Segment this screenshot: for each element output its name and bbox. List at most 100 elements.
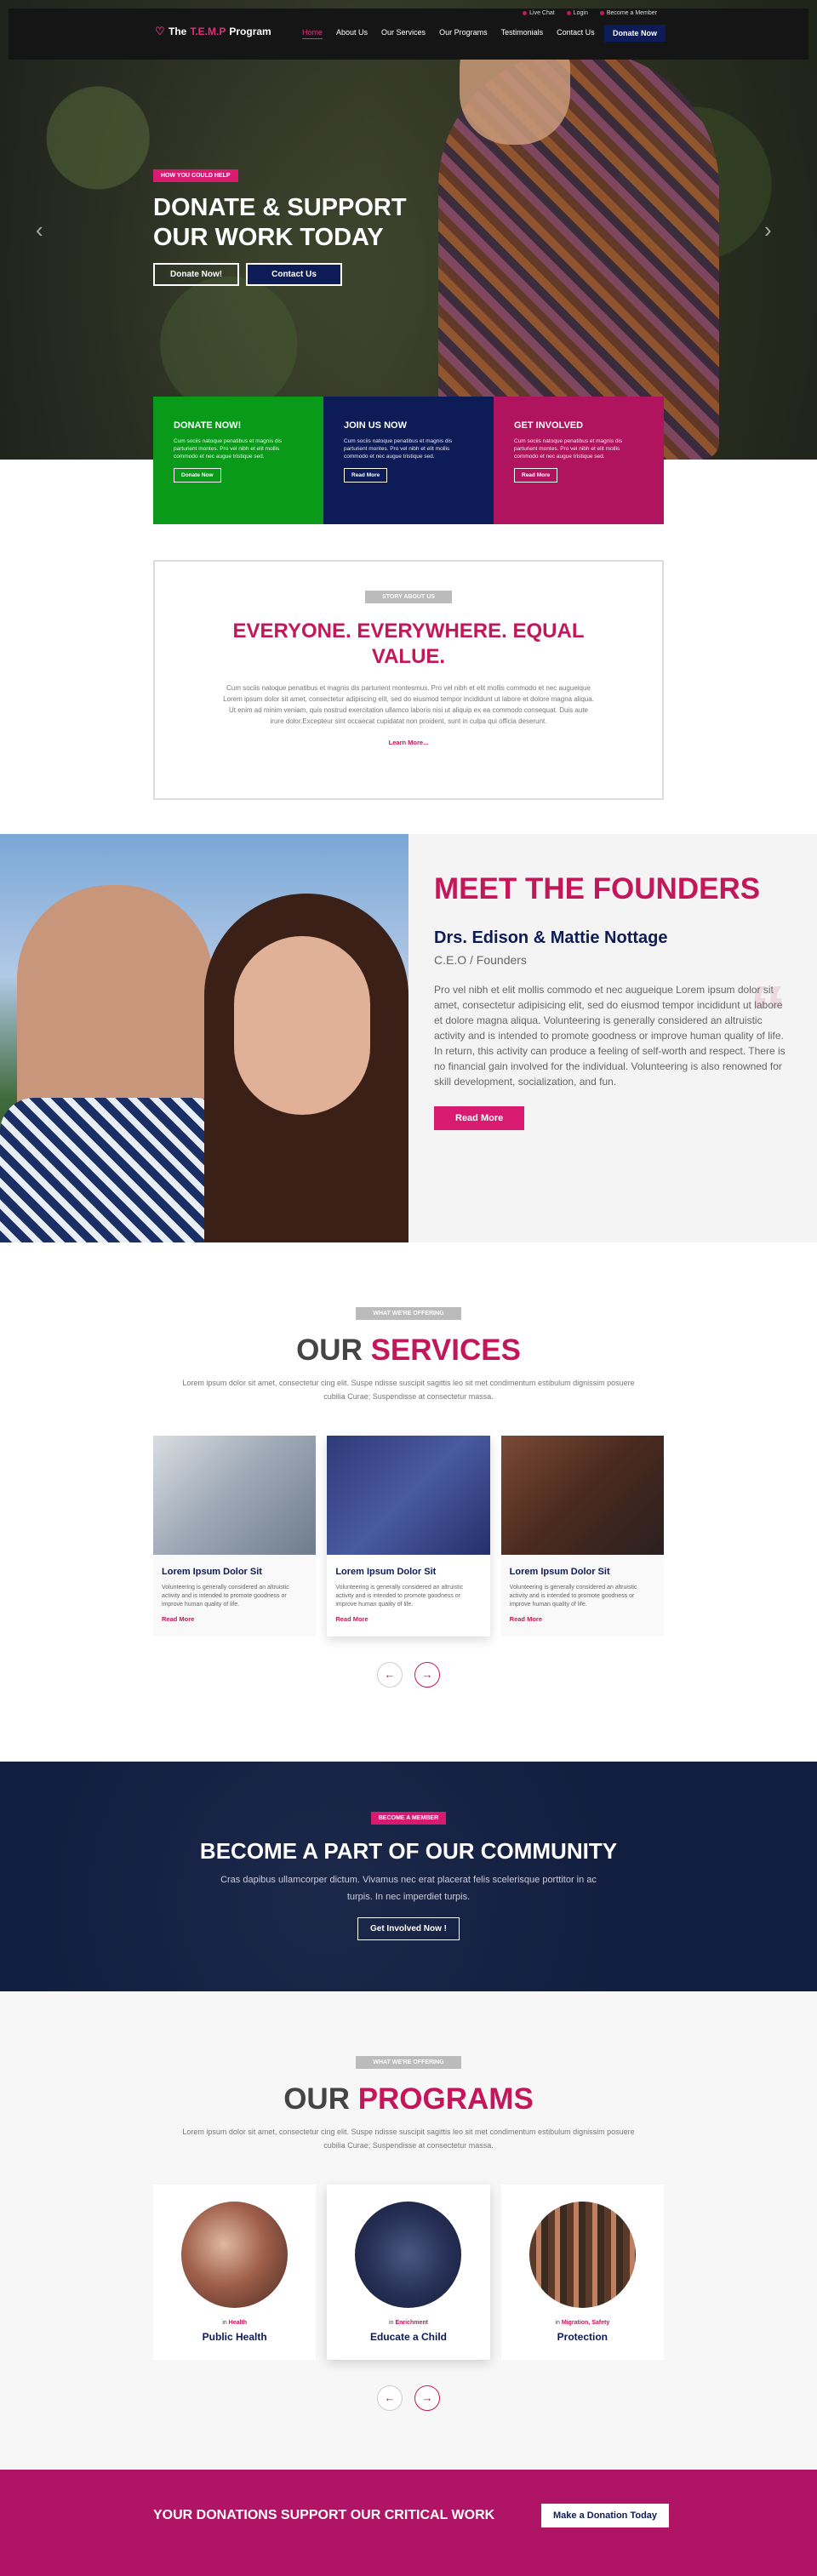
services-subtitle: Lorem ipsum dolor sit amet, consectetur …	[182, 1379, 635, 1401]
programs-section: WHAT WE'RE OFFERING OUR PROGRAMS Lorem i…	[0, 1991, 817, 2470]
nav-our-programs[interactable]: Our Programs	[439, 28, 488, 39]
service-card-body: Lorem Ipsum Dolor Sit Volunteering is ge…	[153, 1555, 316, 1636]
cta-join-button[interactable]: Read More	[344, 468, 388, 483]
logo-prefix: The	[169, 26, 187, 37]
cta-text: Cum sociis natoque penatibus et magnis d…	[514, 438, 623, 460]
nav-contact-us[interactable]: Contact Us	[557, 28, 595, 39]
community-title: BECOME A PART OF OUR COMMUNITY	[199, 1838, 618, 1864]
program-category-prefix: in	[222, 2320, 229, 2326]
founder-shirt-pattern	[0, 1098, 230, 1242]
founders-title: MEET THE FOUNDERS	[434, 872, 761, 905]
utility-links: Live Chat Login Become a Member	[523, 10, 657, 16]
programs-title-b: PROGRAMS	[357, 2082, 534, 2116]
founders-read-more-button[interactable]: Read More	[434, 1106, 525, 1130]
donation-band-text: YOUR DONATIONS SUPPORT OUR CRITICAL WORK	[153, 2508, 495, 2522]
service-read-more-link[interactable]: Read More	[510, 1615, 655, 1623]
nav-testimonials[interactable]: Testimonials	[501, 28, 544, 39]
logo-accent: T.E.M.P	[190, 26, 226, 37]
live-chat-label: Live Chat	[529, 10, 555, 16]
learn-more-link[interactable]: Learn More...	[155, 739, 662, 746]
cta-title: JOIN US NOW	[344, 420, 407, 431]
community-section: BECOME A MEMBER BECOME A PART OF OUR COM…	[0, 1762, 817, 1991]
arrow-left-icon[interactable]: ←	[377, 2385, 403, 2411]
programs-subtitle: Lorem ipsum dolor sit amet, consectetur …	[182, 2128, 635, 2150]
program-category-name: Health	[228, 2320, 248, 2326]
site-logo[interactable]: ♡ The T.E.M.P Program	[155, 26, 271, 37]
donate-now-button[interactable]: Donate Now	[604, 25, 666, 42]
cta-text: Cum sociis natoque penatibus et magnis d…	[174, 438, 283, 460]
service-read-more-link[interactable]: Read More	[335, 1615, 481, 1623]
program-category: in Health	[153, 2320, 316, 2326]
service-card[interactable]: Lorem Ipsum Dolor Sit Volunteering is ge…	[500, 1436, 664, 1636]
become-member-link[interactable]: Become a Member	[599, 10, 657, 16]
donation-band: YOUR DONATIONS SUPPORT OUR CRITICAL WORK…	[0, 2470, 817, 2576]
service-card-text: Volunteering is generally considered an …	[509, 1585, 637, 1608]
program-card[interactable]: in Health Public Health	[153, 2185, 317, 2360]
hero-donate-button[interactable]: Donate Now!	[153, 263, 240, 286]
hero-content: HOW YOU COULD HELP DONATE & SUPPORT OUR …	[153, 166, 443, 286]
service-card-image	[500, 1436, 664, 1555]
cta-title: GET INVOLVED	[514, 420, 584, 431]
program-category: in Migration, Safety	[501, 2320, 664, 2326]
get-involved-button[interactable]: Get Involved Now !	[357, 1917, 460, 1940]
service-card[interactable]: Lorem Ipsum Dolor Sit Volunteering is ge…	[327, 1436, 490, 1636]
service-card-title: Lorem Ipsum Dolor Sit	[509, 1567, 610, 1577]
programs-cards: in Health Public Health in Enrichment Ed…	[153, 2185, 664, 2360]
hero-buttons: Donate Now! Contact Us	[153, 263, 443, 286]
program-card[interactable]: in Enrichment Educate a Child	[327, 2185, 490, 2360]
live-chat-link[interactable]: Live Chat	[523, 10, 555, 16]
program-card[interactable]: in Migration, Safety Protection	[500, 2185, 664, 2360]
nav-about-us[interactable]: About Us	[336, 28, 368, 39]
founders-names: Drs. Edison & Mattie Nottage	[434, 928, 668, 947]
service-read-more-link[interactable]: Read More	[162, 1615, 307, 1623]
program-image	[528, 2202, 636, 2308]
community-badge: BECOME A MEMBER	[370, 1812, 447, 1825]
login-label: Login	[573, 10, 588, 16]
arrow-right-icon[interactable]: →	[414, 2385, 440, 2411]
nav-our-services[interactable]: Our Services	[381, 28, 426, 39]
services-title: OUR SERVICES	[0, 1334, 817, 1368]
service-card-image	[327, 1436, 490, 1555]
program-category: in Enrichment	[327, 2320, 489, 2326]
story-badge: STORY ABOUT US	[365, 591, 452, 603]
service-card[interactable]: Lorem Ipsum Dolor Sit Volunteering is ge…	[153, 1436, 317, 1636]
services-badge: WHAT WE'RE OFFERING	[356, 1307, 461, 1320]
hero-badge: HOW YOU COULD HELP	[153, 169, 238, 182]
nav-home[interactable]: Home	[302, 28, 323, 39]
founder-woman-face	[234, 936, 370, 1115]
chat-icon	[523, 10, 528, 15]
cta-involved-button[interactable]: Read More	[514, 468, 558, 483]
programs-badge: WHAT WE'RE OFFERING	[356, 2056, 461, 2069]
program-title: Educate a Child	[369, 2331, 447, 2343]
login-link[interactable]: Login	[566, 10, 588, 16]
service-card-body: Lorem Ipsum Dolor Sit Volunteering is ge…	[501, 1555, 664, 1636]
arrow-right-icon[interactable]: →	[414, 1662, 440, 1688]
founders-text: MEET THE FOUNDERS Drs. Edison & Mattie N…	[434, 872, 791, 1130]
services-title-a: OUR	[296, 1334, 371, 1367]
service-card-title: Lorem Ipsum Dolor Sit	[335, 1567, 437, 1577]
hero-section: ‹ › HOW YOU COULD HELP DONATE & SUPPORT …	[0, 0, 817, 460]
service-card-text: Volunteering is generally considered an …	[335, 1585, 464, 1608]
cta-row: DONATE NOW! Cum sociis natoque penatibus…	[153, 397, 664, 524]
services-pager: ← →	[0, 1662, 817, 1688]
program-image	[181, 2202, 289, 2308]
site-header: Live Chat Login Become a Member ♡ The T.…	[0, 0, 817, 60]
program-category-name: Enrichment	[395, 2320, 428, 2326]
lock-icon	[566, 10, 571, 15]
make-donation-button[interactable]: Make a Donation Today	[541, 2504, 670, 2527]
founders-section: “ MEET THE FOUNDERS Drs. Edison & Mattie…	[0, 834, 817, 1242]
arrow-left-icon[interactable]: ←	[377, 1662, 403, 1688]
hero-next-arrow[interactable]: ›	[764, 217, 781, 243]
become-member-label: Become a Member	[606, 10, 657, 16]
services-section: WHAT WE'RE OFFERING OUR SERVICES Lorem i…	[0, 1242, 817, 1762]
cta-text: Cum sociis natoque penatibus et magnis d…	[344, 438, 453, 460]
hero-contact-button[interactable]: Contact Us	[246, 263, 342, 286]
logo-suffix: Program	[229, 26, 271, 37]
service-card-text: Volunteering is generally considered an …	[162, 1585, 289, 1608]
program-image	[355, 2202, 462, 2308]
heart-icon: ♡	[155, 25, 165, 37]
hero-prev-arrow[interactable]: ‹	[36, 217, 53, 243]
program-category-name: Migration, Safety	[561, 2320, 610, 2326]
services-title-b: SERVICES	[370, 1334, 521, 1367]
cta-donate-button[interactable]: Donate Now	[174, 468, 221, 483]
